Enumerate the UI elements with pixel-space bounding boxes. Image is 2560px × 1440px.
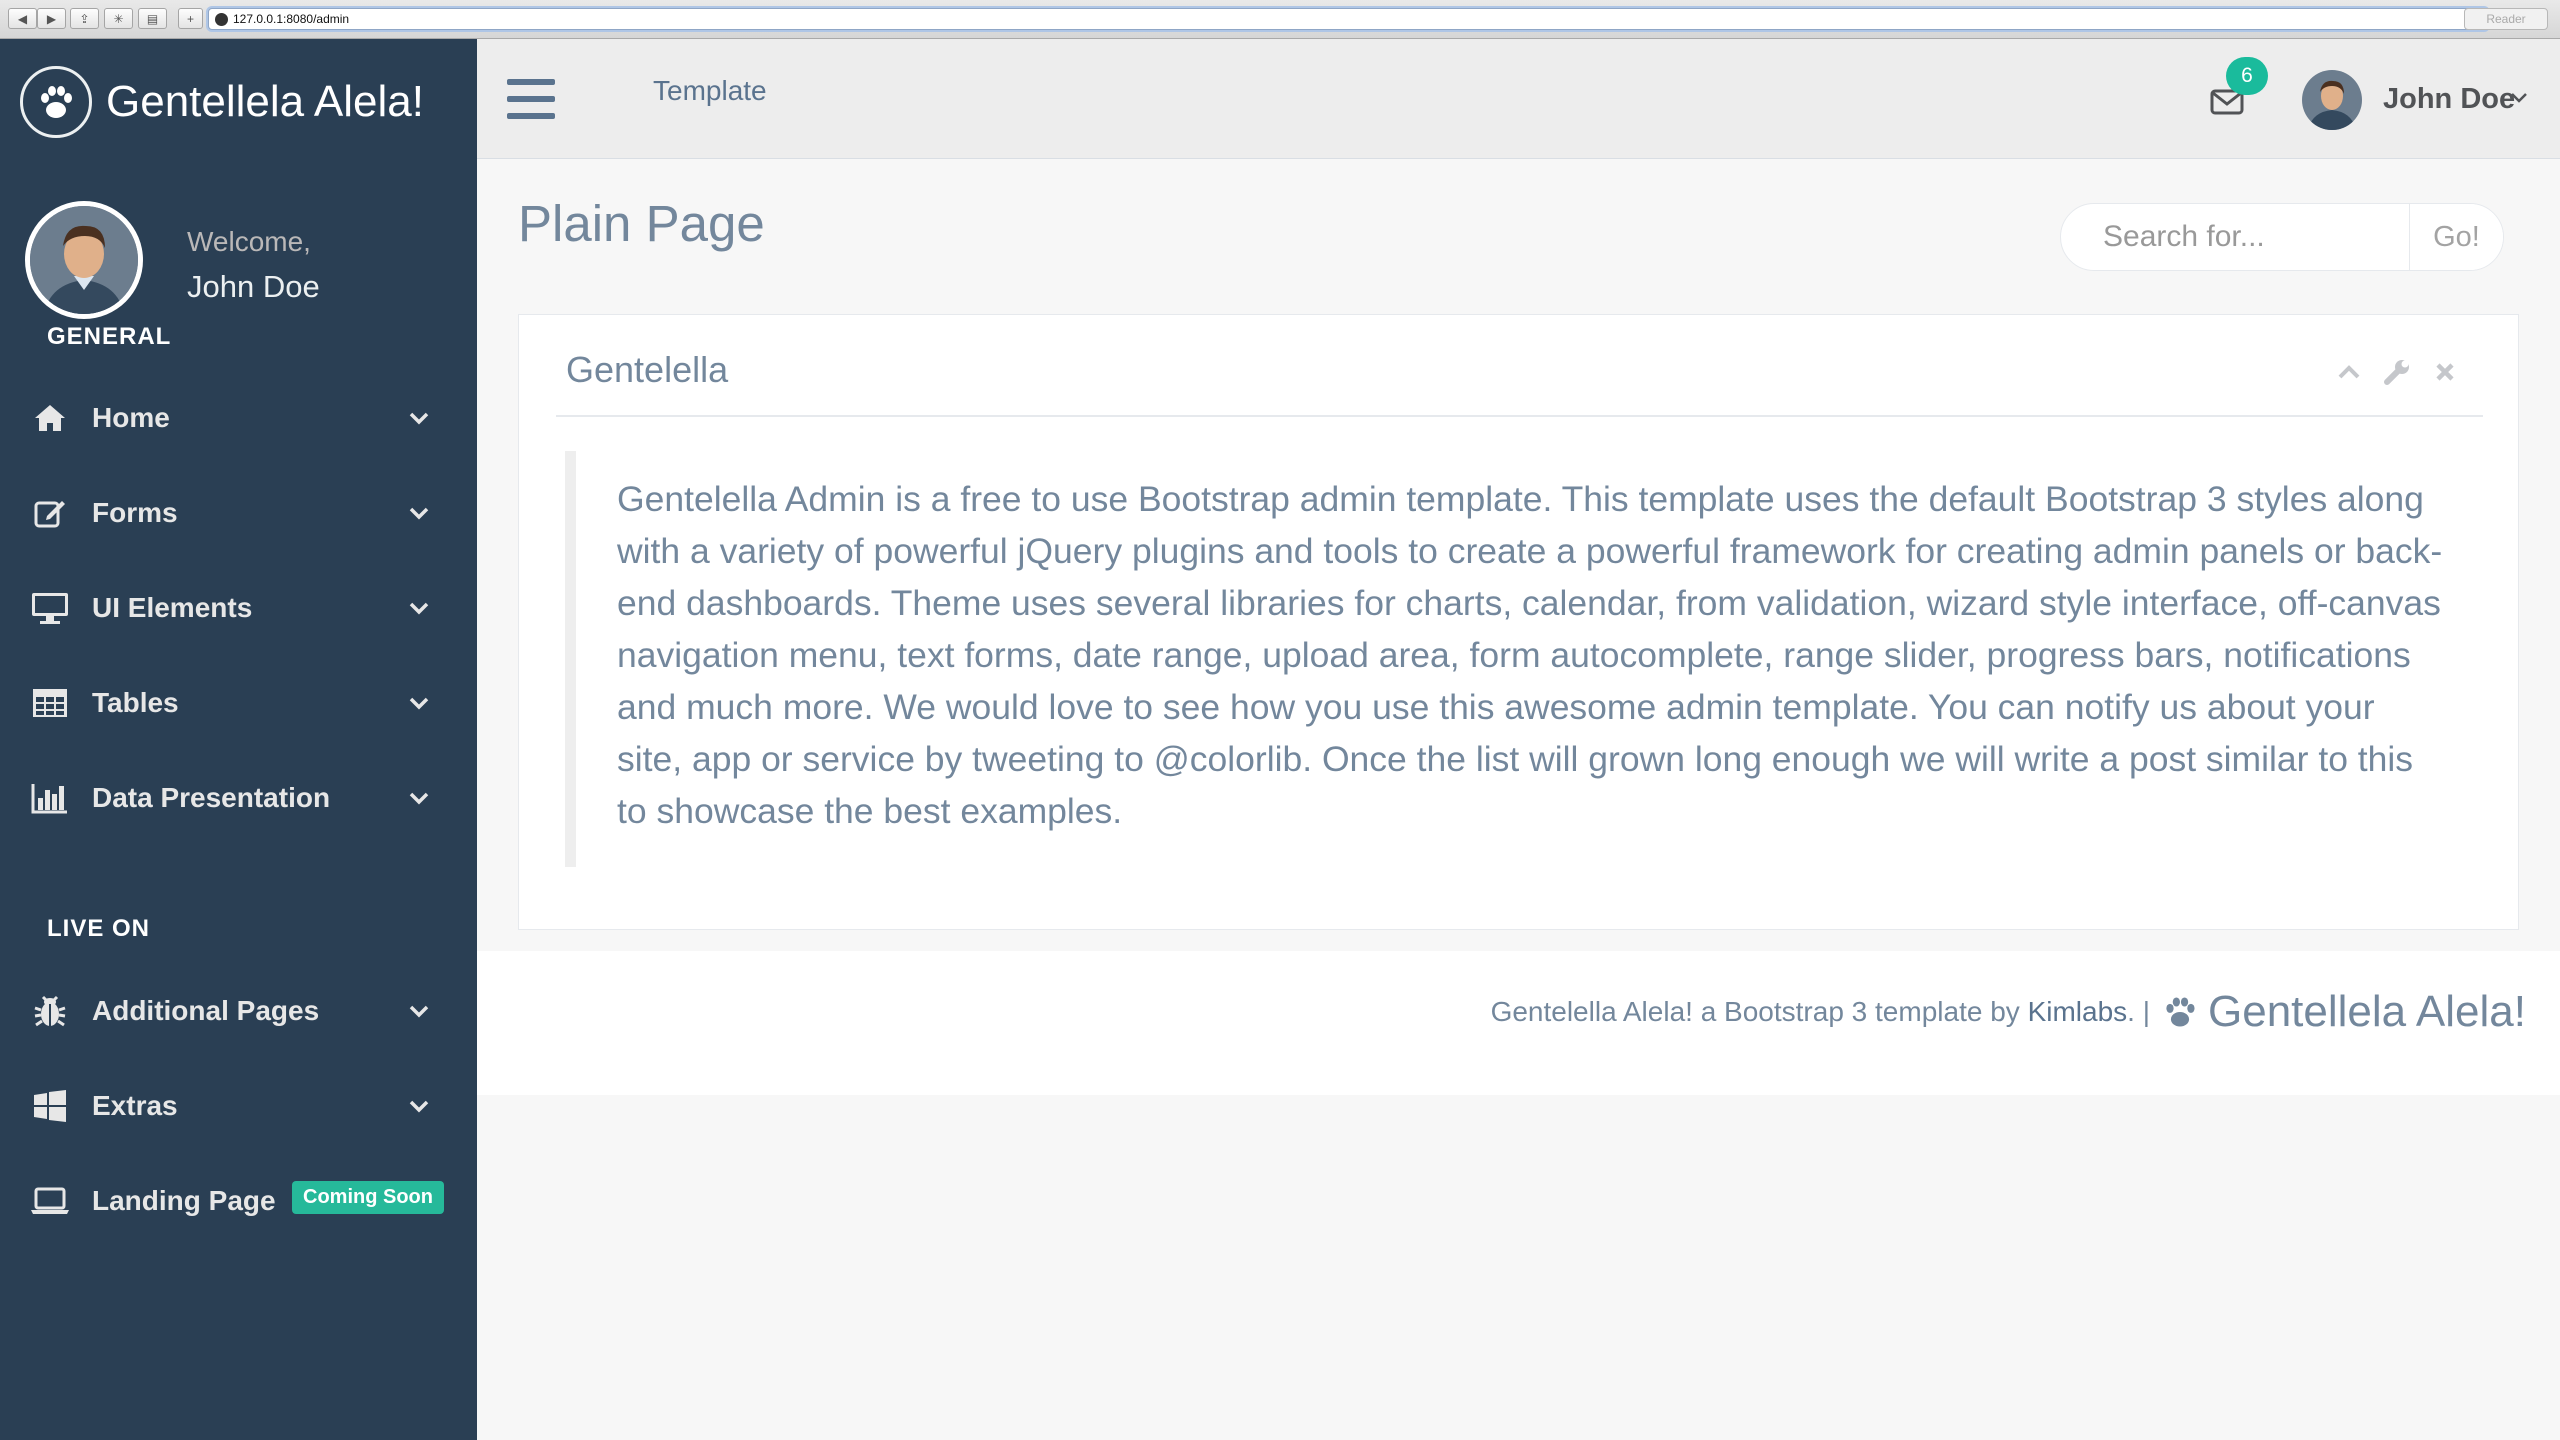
top-title: Template xyxy=(653,75,767,106)
sidebar-item-label: UI Elements xyxy=(92,592,253,623)
sidebar-item-label: Forms xyxy=(92,497,178,528)
chevron-up-icon[interactable] xyxy=(2334,357,2364,387)
menu-toggle-icon[interactable] xyxy=(507,79,555,119)
sidebar-item-label: Home xyxy=(92,402,170,433)
footer-separator: . | xyxy=(2127,996,2150,1027)
panel-blockquote: Gentelella Admin is a free to use Bootst… xyxy=(565,451,2445,867)
profile-name: John Doe xyxy=(187,269,320,304)
chevron-down-icon[interactable] xyxy=(2509,91,2529,105)
section-general: GENERAL xyxy=(47,323,172,350)
welcome-label: Welcome, xyxy=(187,226,311,257)
search-group: Go! xyxy=(2060,203,2504,271)
wrench-icon[interactable] xyxy=(2382,357,2412,387)
top-navbar: Template 6 John Doe xyxy=(477,39,2560,159)
history-icon[interactable]: ✳ xyxy=(104,8,133,29)
panel-divider xyxy=(556,415,2483,417)
chevron-down-icon xyxy=(404,498,434,528)
sidebar-item-label: Data Presentation xyxy=(92,782,331,813)
chevron-down-icon xyxy=(404,1091,434,1121)
mail-count-badge: 6 xyxy=(2226,57,2268,95)
avatar xyxy=(25,201,143,319)
kimlabs-link[interactable]: Kimlabs xyxy=(2028,996,2128,1028)
sidebar-item-landing-page[interactable]: Landing Page Coming Soon xyxy=(0,1161,477,1241)
panel-title: Gentelella xyxy=(566,349,729,390)
brand-title: Gentellela Alela! xyxy=(106,77,424,126)
desktop-icon xyxy=(30,588,70,628)
sidebar-item-label: Tables xyxy=(92,687,179,718)
sidebar-item-ui-elements[interactable]: UI Elements xyxy=(0,568,477,648)
address-bar[interactable]: 127.0.0.1:8080/admin ↻ xyxy=(208,8,2488,30)
share-icon[interactable]: ⇪ xyxy=(70,8,99,29)
brand[interactable]: Gentellela Alela! xyxy=(20,66,424,138)
back-icon[interactable]: ◀ xyxy=(8,8,37,29)
new-tab-icon[interactable]: + xyxy=(178,8,203,29)
home-icon xyxy=(30,398,70,438)
section-live-on: LIVE ON xyxy=(47,915,151,942)
footer-text: Gentelella Alela! a Bootstrap 3 template… xyxy=(1490,996,2020,1027)
browser-toolbar: ◀ ▶ ⇪ ✳ ▤ + 127.0.0.1:8080/admin ↻ Reade… xyxy=(0,0,2560,39)
chevron-down-icon xyxy=(404,403,434,433)
page-title: Plain Page xyxy=(518,195,765,252)
content-panel: Gentelella Gentelella Admin is a free to… xyxy=(518,314,2519,930)
bookmark-icon[interactable]: ▤ xyxy=(138,8,167,29)
sidebar-item-data-presentation[interactable]: Data Presentation xyxy=(0,758,477,838)
sidebar-item-label: Extras xyxy=(92,1090,178,1121)
sidebar-item-label: Additional Pages xyxy=(92,995,320,1026)
windows-icon xyxy=(30,1086,70,1126)
footer-credits: Gentelella Alela! a Bootstrap 3 template… xyxy=(1491,987,2526,1037)
edit-icon xyxy=(30,493,70,533)
reader-button[interactable]: Reader xyxy=(2464,8,2548,30)
coming-soon-badge: Coming Soon xyxy=(292,1181,444,1214)
search-input[interactable] xyxy=(2061,204,2409,270)
footer: Gentelella Alela! a Bootstrap 3 template… xyxy=(477,951,2560,1095)
bug-icon xyxy=(30,991,70,1031)
sidebar-item-additional-pages[interactable]: Additional Pages xyxy=(0,971,477,1051)
bar-chart-icon xyxy=(30,778,70,818)
chevron-down-icon xyxy=(404,996,434,1026)
sidebar-item-home[interactable]: Home xyxy=(0,378,477,458)
user-avatar[interactable] xyxy=(2302,70,2362,130)
close-icon[interactable] xyxy=(2430,357,2460,387)
site-icon xyxy=(215,13,228,26)
chevron-down-icon xyxy=(404,783,434,813)
forward-icon[interactable]: ▶ xyxy=(37,8,66,29)
paw-icon xyxy=(20,66,92,138)
address-text: 127.0.0.1:8080/admin xyxy=(233,12,350,26)
paw-icon xyxy=(2166,997,2195,1027)
sidebar-item-label: Landing Page xyxy=(92,1185,276,1216)
sidebar-item-forms[interactable]: Forms xyxy=(0,473,477,553)
user-menu-name[interactable]: John Doe xyxy=(2383,83,2515,116)
panel-toolbox xyxy=(2334,357,2460,387)
sidebar: Gentellela Alela! Welcome, John Doe GENE… xyxy=(0,39,477,1440)
footer-brand: Gentellela Alela! xyxy=(2208,987,2526,1036)
laptop-icon xyxy=(30,1181,70,1221)
search-go-button[interactable]: Go! xyxy=(2409,204,2503,270)
sidebar-item-tables[interactable]: Tables xyxy=(0,663,477,743)
chevron-down-icon xyxy=(404,688,434,718)
chevron-down-icon xyxy=(404,593,434,623)
sidebar-item-extras[interactable]: Extras xyxy=(0,1066,477,1146)
table-icon xyxy=(30,683,70,723)
